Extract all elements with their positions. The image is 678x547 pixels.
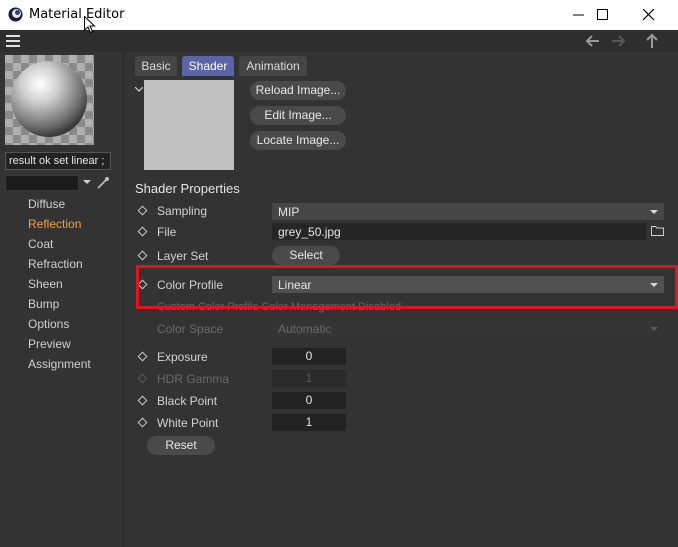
tab-shader[interactable]: Shader bbox=[182, 56, 234, 76]
folder-icon[interactable] bbox=[651, 225, 664, 236]
color-space-dropdown: Automatic bbox=[272, 320, 664, 337]
layer-set-row: Layer Set Select bbox=[125, 246, 678, 266]
select-layer-button[interactable]: Select bbox=[272, 246, 340, 265]
layer-dropdown[interactable] bbox=[5, 175, 79, 191]
layer-set-label: Layer Set bbox=[157, 249, 209, 263]
close-button[interactable] bbox=[626, 0, 672, 30]
annotation-highlight-box bbox=[136, 265, 678, 309]
tab-basic[interactable]: Basic bbox=[135, 56, 177, 76]
chevron-down-icon bbox=[650, 327, 658, 331]
close-icon bbox=[643, 9, 655, 21]
maximize-icon bbox=[597, 9, 608, 20]
channel-refraction[interactable]: Refraction bbox=[28, 257, 91, 277]
exposure-row: Exposure 0 bbox=[125, 347, 678, 367]
menu-icon[interactable] bbox=[6, 35, 20, 47]
keyframe-diamond-icon[interactable] bbox=[137, 351, 148, 362]
keyframe-diamond-icon[interactable] bbox=[137, 205, 148, 216]
keyframe-diamond-icon bbox=[137, 373, 148, 384]
sampling-dropdown[interactable]: MIP bbox=[272, 203, 664, 220]
section-title: Shader Properties bbox=[135, 181, 240, 196]
texture-thumbnail bbox=[144, 80, 234, 170]
hdr-gamma-row: HDR Gamma 1 bbox=[125, 369, 678, 389]
white-point-label: White Point bbox=[157, 416, 219, 430]
black-point-row: Black Point 0 bbox=[125, 391, 678, 411]
black-point-label: Black Point bbox=[157, 394, 218, 408]
edit-image-button[interactable]: Edit Image... bbox=[250, 106, 346, 125]
channel-diffuse[interactable]: Diffuse bbox=[28, 197, 91, 217]
material-name-field[interactable]: result ok set linear ; bbox=[5, 152, 111, 170]
cinema4d-logo-icon bbox=[8, 7, 23, 22]
reset-button[interactable]: Reset bbox=[147, 436, 215, 455]
hdr-gamma-field: 1 bbox=[272, 370, 346, 387]
color-space-label: Color Space bbox=[157, 322, 224, 336]
forward-arrow-icon[interactable] bbox=[609, 32, 627, 50]
channel-reflection[interactable]: Reflection bbox=[28, 217, 91, 237]
collapse-arrow-icon[interactable] bbox=[135, 87, 143, 93]
black-point-field[interactable]: 0 bbox=[272, 392, 346, 409]
keyframe-diamond-icon[interactable] bbox=[137, 417, 148, 428]
channel-options[interactable]: Options bbox=[28, 317, 91, 337]
file-path-field[interactable]: grey_50.jpg bbox=[272, 223, 646, 240]
keyframe-diamond-icon[interactable] bbox=[137, 226, 148, 237]
mouse-cursor-icon bbox=[84, 16, 96, 34]
locate-image-button[interactable]: Locate Image... bbox=[250, 131, 346, 150]
channel-bump[interactable]: Bump bbox=[28, 297, 91, 317]
sampling-label: Sampling bbox=[157, 204, 208, 218]
hdr-gamma-label: HDR Gamma bbox=[157, 372, 230, 386]
title-bar: Material Editor bbox=[0, 0, 678, 30]
exposure-field[interactable]: 0 bbox=[272, 348, 346, 365]
exposure-label: Exposure bbox=[157, 350, 208, 364]
channel-assignment[interactable]: Assignment bbox=[28, 357, 91, 377]
color-space-value: Automatic bbox=[278, 322, 332, 336]
file-row: File grey_50.jpg bbox=[125, 222, 678, 242]
up-arrow-icon[interactable] bbox=[643, 32, 661, 50]
tab-animation[interactable]: Animation bbox=[239, 56, 307, 76]
sampling-row: Sampling MIP bbox=[125, 201, 678, 221]
back-arrow-icon[interactable] bbox=[584, 32, 602, 50]
reload-image-button[interactable]: Reload Image... bbox=[250, 81, 346, 100]
chevron-down-icon[interactable] bbox=[83, 180, 91, 184]
chevron-down-icon bbox=[650, 210, 658, 214]
left-panel: result ok set linear ; Diffuse Reflectio… bbox=[0, 52, 124, 547]
material-preview-sphere[interactable] bbox=[5, 55, 94, 145]
sampling-value: MIP bbox=[278, 205, 300, 219]
white-point-row: White Point 1 bbox=[125, 413, 678, 433]
channel-sheen[interactable]: Sheen bbox=[28, 277, 91, 297]
keyframe-diamond-icon[interactable] bbox=[137, 395, 148, 406]
window-title: Material Editor bbox=[29, 7, 125, 22]
file-label: File bbox=[157, 225, 177, 239]
channel-preview[interactable]: Preview bbox=[28, 337, 91, 357]
channel-coat[interactable]: Coat bbox=[28, 237, 91, 257]
maximize-button[interactable] bbox=[580, 0, 626, 30]
white-point-field[interactable]: 1 bbox=[272, 414, 346, 431]
eyedropper-icon[interactable] bbox=[96, 176, 110, 190]
keyframe-diamond-icon[interactable] bbox=[137, 250, 148, 261]
color-space-row: Color Space Automatic bbox=[125, 319, 678, 339]
channel-list: Diffuse Reflection Coat Refraction Sheen… bbox=[28, 197, 91, 377]
toolbar bbox=[0, 30, 678, 52]
